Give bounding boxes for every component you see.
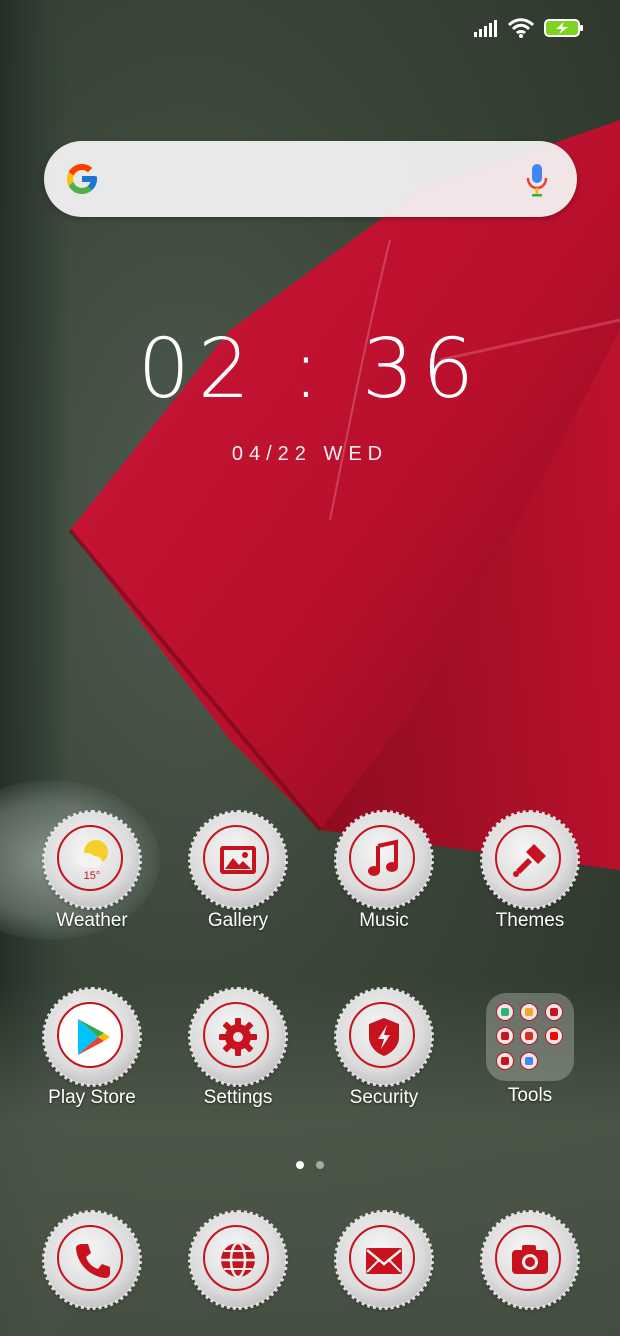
wifi-icon (508, 18, 534, 38)
app-label: Tools (507, 1085, 553, 1106)
gallery-image-icon (220, 846, 256, 874)
app-label: Weather (56, 910, 128, 931)
google-g-icon (67, 164, 97, 194)
page-dot (316, 1161, 324, 1169)
app-weather[interactable]: 15° Weather (22, 810, 162, 932)
camera-icon (512, 1245, 548, 1274)
dock-camera[interactable] (460, 1210, 600, 1310)
folder-icon (486, 993, 574, 1081)
microphone-icon[interactable] (525, 163, 549, 197)
shield-bolt-icon (369, 1018, 399, 1056)
app-label: Settings (203, 1087, 273, 1108)
app-label: Music (359, 910, 409, 931)
app-label: Security (349, 1087, 419, 1108)
app-label: Gallery (207, 910, 269, 931)
clock-time[interactable]: 02 : 36 (0, 322, 620, 417)
app-play-store[interactable]: Play Store (22, 987, 162, 1109)
app-settings[interactable]: Settings (168, 987, 308, 1109)
paintbrush-icon (513, 844, 546, 877)
google-search-bar[interactable] (44, 141, 577, 217)
page-dot-active (296, 1161, 304, 1169)
folder-tools[interactable]: Tools (460, 989, 600, 1107)
app-music[interactable]: Music (314, 810, 454, 932)
dock-messages[interactable] (314, 1210, 454, 1310)
play-store-icon (78, 1019, 110, 1055)
dock-browser[interactable] (168, 1210, 308, 1310)
weather-sun-cloud-icon: 15° (76, 840, 108, 882)
app-label: Play Store (48, 1087, 136, 1108)
music-note-icon (368, 839, 398, 876)
battery-charging-icon (544, 19, 583, 37)
app-gallery[interactable]: Gallery (168, 810, 308, 932)
dock-phone[interactable] (22, 1210, 162, 1310)
svg-text:15°: 15° (84, 870, 101, 882)
app-themes[interactable]: Themes (460, 810, 600, 932)
globe-icon (221, 1241, 255, 1279)
app-label: Themes (495, 910, 565, 931)
status-bar (474, 14, 584, 42)
signal-bars-icon (474, 20, 497, 37)
phone-icon (76, 1244, 110, 1278)
clock-date[interactable]: 04/22 WED (0, 443, 620, 466)
page-indicator (0, 1161, 620, 1169)
gear-icon (219, 1018, 257, 1056)
app-security[interactable]: Security (314, 987, 454, 1109)
envelope-icon (366, 1248, 402, 1274)
